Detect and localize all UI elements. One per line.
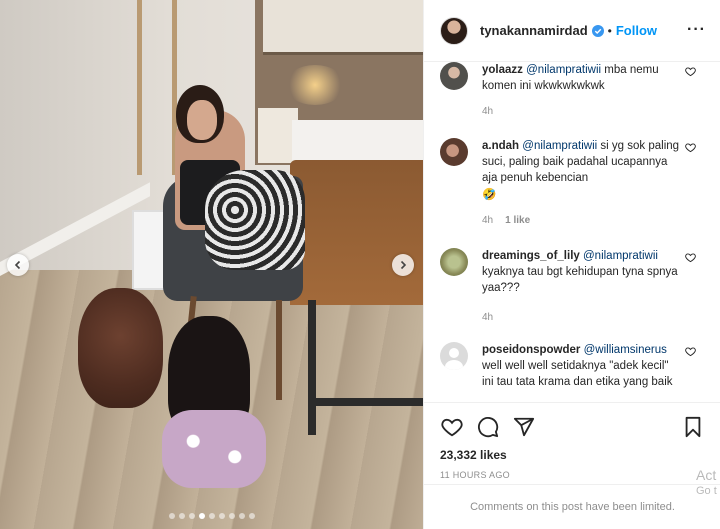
kitchen-light xyxy=(285,65,345,105)
comment-item: dreamings_of_lily @nilampratiwii kyaknya… xyxy=(440,248,710,326)
action-icons-row xyxy=(440,411,705,443)
bookmark-icon xyxy=(685,416,701,438)
ladder-shelf xyxy=(137,0,177,175)
comment-time[interactable]: 4h xyxy=(482,104,493,120)
comment-mention[interactable]: @williamsinerus xyxy=(584,344,667,356)
comment-body: yolaazz @nilampratiwii mba nemu komen in… xyxy=(482,62,682,120)
separator-dot: • xyxy=(607,23,612,38)
comment-meta: 4h 1 like xyxy=(482,213,682,229)
activate-windows-watermark: Act Go t xyxy=(696,467,717,499)
author-avatar[interactable] xyxy=(440,16,468,45)
carousel-dot xyxy=(208,513,215,519)
carousel-dot xyxy=(188,513,195,519)
comment-likes-count[interactable]: 1 like xyxy=(505,213,530,229)
comment-like-heart-icon[interactable] xyxy=(685,142,696,153)
comment-time[interactable]: 4h xyxy=(482,213,493,229)
dog xyxy=(78,288,163,408)
carousel-dots xyxy=(0,513,423,519)
kitchen-counter xyxy=(292,120,423,160)
comment-username[interactable]: yolaazz xyxy=(482,64,523,76)
comment-username[interactable]: a.ndah xyxy=(482,140,519,152)
comment-body: dreamings_of_lily @nilampratiwii kyaknya… xyxy=(482,248,682,326)
post-actions: 23,332 likes 11 HOURS AGO xyxy=(424,402,720,482)
author-username[interactable]: tynakannamirdad xyxy=(480,23,588,38)
comment-like-heart-icon[interactable] xyxy=(685,252,696,263)
likes-count[interactable]: 23,332 likes xyxy=(440,448,705,462)
comment-item: yolaazz @nilampratiwii mba nemu komen in… xyxy=(440,62,710,120)
comment-avatar[interactable] xyxy=(440,138,468,166)
comments-list[interactable]: yolaazz @nilampratiwii mba nemu komen in… xyxy=(424,62,720,402)
table-rail xyxy=(308,398,423,406)
carousel-prev-button[interactable] xyxy=(7,254,29,276)
comment-emoji: 🤣 xyxy=(482,189,497,201)
save-button[interactable] xyxy=(681,415,705,439)
comment-item: poseidonspowder @williamsinerus well wel… xyxy=(440,342,710,390)
comment-like-heart-icon[interactable] xyxy=(685,346,696,357)
comment-item: a.ndah @nilampratiwii si yg sok paling s… xyxy=(440,138,710,229)
post-sidebar: tynakannamirdad • Follow ··· yolaazz @ni… xyxy=(423,0,720,529)
comment-text: well well well setidaknya "adek kecil" i… xyxy=(482,360,673,388)
comment-mention[interactable]: @nilampratiwii xyxy=(526,64,601,76)
comment-time[interactable]: 4h xyxy=(482,310,493,326)
woman-face xyxy=(187,100,217,140)
comment-avatar[interactable] xyxy=(440,342,468,370)
like-button[interactable] xyxy=(440,415,464,439)
comment-body: poseidonspowder @williamsinerus well wel… xyxy=(482,342,682,390)
comment-like-heart-icon[interactable] xyxy=(685,66,696,77)
comment-mention[interactable]: @nilampratiwii xyxy=(583,250,658,262)
table-leg xyxy=(308,300,316,435)
watermark-line-2: Go t xyxy=(696,485,717,497)
share-button[interactable] xyxy=(512,415,536,439)
more-options-icon[interactable]: ··· xyxy=(687,22,706,38)
follow-button[interactable]: Follow xyxy=(616,23,657,38)
carousel-dot xyxy=(218,513,225,519)
carousel-dot xyxy=(228,513,235,519)
comments-limited-notice: Comments on this post have been limited. xyxy=(424,484,720,529)
share-icon xyxy=(513,417,535,437)
carousel-dot xyxy=(248,513,255,519)
upper-cabinets xyxy=(263,0,423,55)
comment-avatar[interactable] xyxy=(440,248,468,276)
carousel-next-button[interactable] xyxy=(392,254,414,276)
carousel-dot xyxy=(168,513,175,519)
heart-icon xyxy=(441,418,463,437)
comment-mention[interactable]: @nilampratiwii xyxy=(522,140,597,152)
verified-badge-icon xyxy=(591,24,604,37)
comment-meta: 4h xyxy=(482,310,682,326)
comment-username[interactable]: poseidonspowder xyxy=(482,344,580,356)
post-header: tynakannamirdad • Follow ··· xyxy=(424,0,720,62)
watermark-line-1: Act xyxy=(696,467,717,483)
chevron-right-icon xyxy=(400,260,407,270)
child-body xyxy=(162,410,266,488)
heater xyxy=(132,210,166,290)
chair-leg xyxy=(276,300,282,400)
post-photo[interactable] xyxy=(0,0,423,529)
comment-icon xyxy=(477,416,499,438)
dining-table xyxy=(290,160,423,305)
post-timestamp[interactable]: 11 HOURS AGO xyxy=(440,470,705,480)
carousel-dot xyxy=(238,513,245,519)
carousel-dot xyxy=(198,513,205,519)
comment-body: a.ndah @nilampratiwii si yg sok paling s… xyxy=(482,138,682,229)
comment-text: kyaknya tau bgt kehidupan tyna spnya yaa… xyxy=(482,266,678,294)
woman-pants xyxy=(205,170,305,270)
comment-username[interactable]: dreamings_of_lily xyxy=(482,250,580,262)
carousel-dot xyxy=(178,513,185,519)
comment-button[interactable] xyxy=(476,415,500,439)
comment-avatar[interactable] xyxy=(440,62,468,90)
comment-meta: 4h xyxy=(482,104,682,120)
chevron-left-icon xyxy=(14,260,21,270)
